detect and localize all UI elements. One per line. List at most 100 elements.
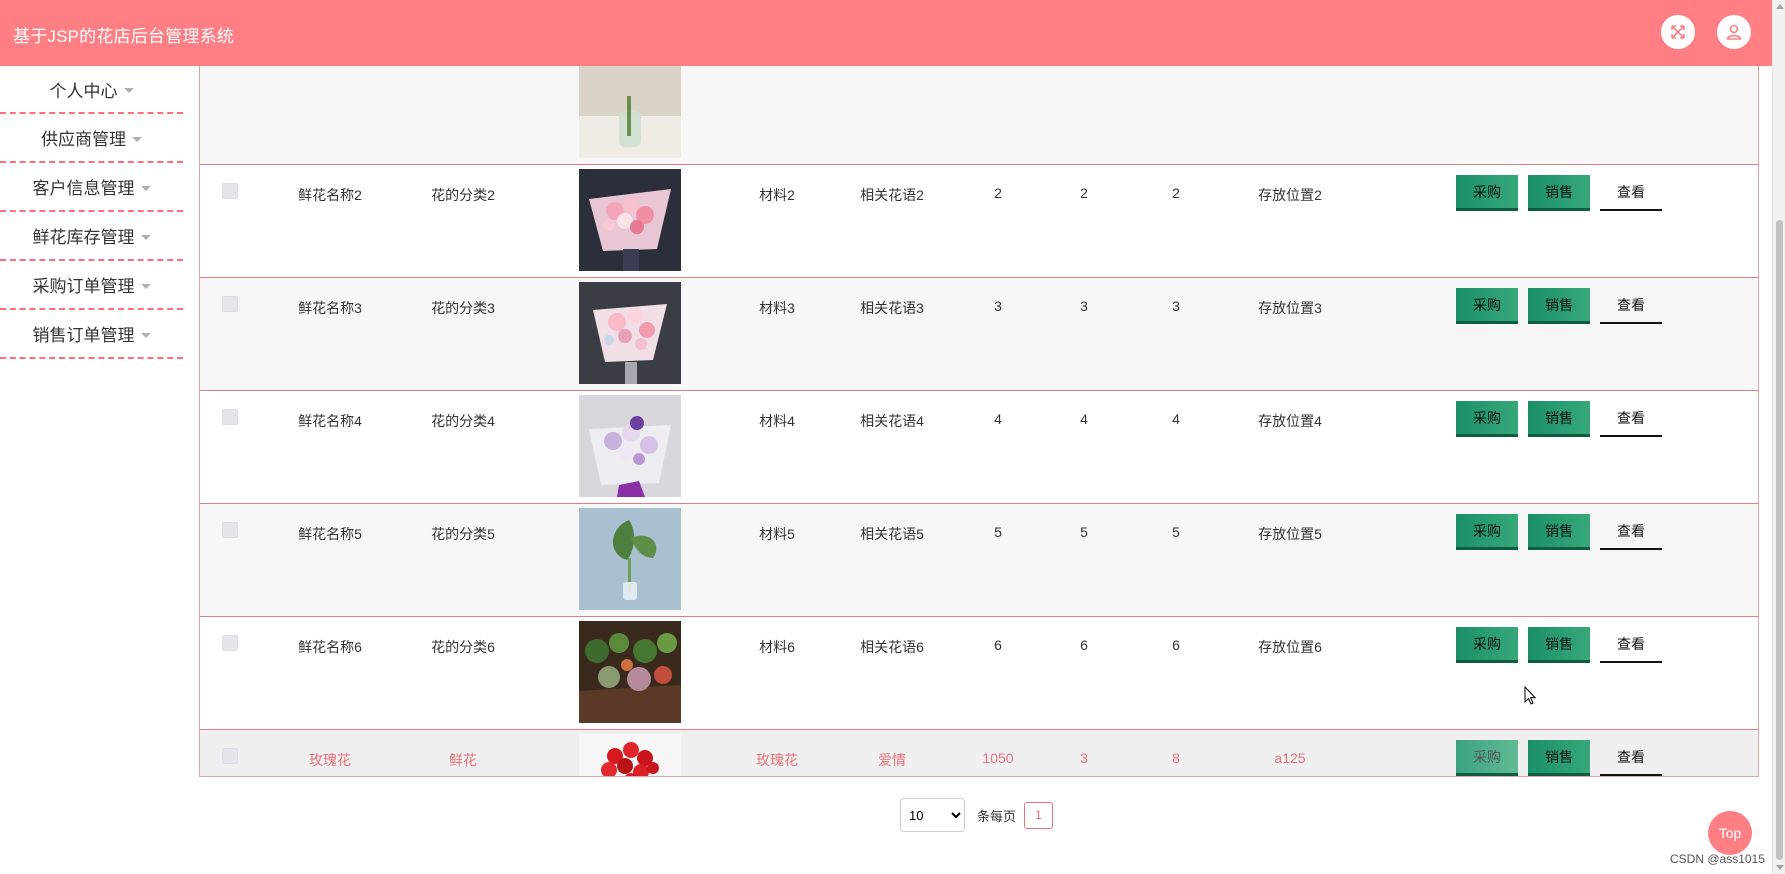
flower-name: 玫瑰花	[309, 752, 351, 768]
table-row-partial	[200, 66, 1758, 165]
flower-category: 花的分类3	[431, 300, 495, 316]
view-button[interactable]: 查看	[1600, 401, 1662, 437]
pagination: 10 条每页 1	[900, 798, 1054, 832]
flower-image	[579, 508, 681, 610]
scroll-down-icon[interactable]	[1776, 865, 1784, 870]
storage-location: 存放位置4	[1258, 413, 1322, 429]
table-row[interactable]: 鲜花名称6 花的分类6 材料6 相关花语6 6 6 6 存放位置6 采购 销售 …	[200, 617, 1758, 730]
caret-down-icon	[123, 88, 134, 93]
sidebar: 个人中心 供应商管理 客户信息管理 鲜花库存管理 采购订单管理 销售订单管理	[0, 66, 183, 359]
table-row[interactable]: 鲜花名称3 花的分类3 材料3 相关花语3 3 3 3 存放位置3 采购 销售 …	[200, 278, 1758, 391]
purchase-button[interactable]: 采购	[1456, 627, 1518, 663]
page-scrollbar[interactable]	[1772, 0, 1785, 874]
table-row[interactable]: 玫瑰花 鲜花 玫瑰花 爱情 1050 3 8 a125 采购 销售 查看	[200, 730, 1758, 776]
sale-button[interactable]: 销售	[1528, 288, 1590, 324]
sidebar-item-label: 销售订单管理	[32, 326, 135, 345]
sidebar-item-label: 客户信息管理	[32, 179, 135, 198]
purchase-button[interactable]: 采购	[1456, 514, 1518, 550]
row-checkbox[interactable]	[222, 748, 238, 764]
scrollbar-thumb[interactable]	[1776, 220, 1783, 860]
flower-name: 鲜花名称2	[298, 187, 362, 203]
user-icon	[1726, 24, 1742, 40]
value-2: 4	[1080, 411, 1088, 427]
flower-image	[579, 169, 681, 271]
view-button[interactable]: 查看	[1600, 175, 1662, 211]
flower-category: 花的分类2	[431, 187, 495, 203]
view-button[interactable]: 查看	[1600, 514, 1662, 550]
purchase-button[interactable]: 采购	[1456, 740, 1518, 776]
value-2: 5	[1080, 524, 1088, 540]
mouse-cursor-icon	[1524, 686, 1536, 705]
flower-category: 花的分类5	[431, 526, 495, 542]
flower-language: 爱情	[878, 752, 906, 768]
user-button[interactable]	[1717, 15, 1751, 49]
row-checkbox[interactable]	[222, 183, 238, 199]
value-3: 5	[1172, 524, 1180, 540]
flower-inventory-table: 鲜花名称2 花的分类2 材料2 相关花语2 2 2 2 存放位置2 采购 销售 …	[199, 66, 1759, 777]
sidebar-item-personal-center[interactable]: 个人中心	[0, 66, 183, 114]
flower-language: 相关花语3	[860, 300, 924, 316]
flower-image	[579, 734, 681, 776]
value-3: 3	[1172, 298, 1180, 314]
table-row[interactable]: 鲜花名称4 花的分类4 材料4 相关花语4 4 4 4 存放位置4 采购 销售 …	[200, 391, 1758, 504]
flower-name: 鲜花名称5	[298, 526, 362, 542]
value-3: 4	[1172, 411, 1180, 427]
storage-location: 存放位置6	[1258, 639, 1322, 655]
value-2: 6	[1080, 637, 1088, 653]
sale-button[interactable]: 销售	[1528, 740, 1590, 776]
value-1: 6	[994, 637, 1002, 653]
value-3: 8	[1172, 750, 1180, 766]
sidebar-item-flower-inventory[interactable]: 鲜花库存管理	[0, 212, 183, 261]
flower-image	[579, 395, 681, 497]
value-1: 2	[994, 185, 1002, 201]
storage-location: 存放位置3	[1258, 300, 1322, 316]
sale-button[interactable]: 销售	[1528, 627, 1590, 663]
flower-material: 材料3	[759, 300, 795, 316]
flower-material: 玫瑰花	[756, 752, 798, 768]
page-size-select[interactable]: 10	[900, 798, 965, 832]
watermark: CSDN @ass1015	[1670, 852, 1765, 866]
row-checkbox[interactable]	[222, 522, 238, 538]
page-number-button[interactable]: 1	[1024, 801, 1054, 829]
row-checkbox[interactable]	[222, 296, 238, 312]
row-checkbox[interactable]	[222, 409, 238, 425]
sale-button[interactable]: 销售	[1528, 401, 1590, 437]
caret-down-icon	[140, 185, 151, 191]
table-row[interactable]: 鲜花名称5 花的分类5 材料5 相关花语5 5 5 5 存放位置5 采购 销售 …	[200, 504, 1758, 617]
sidebar-item-supplier-management[interactable]: 供应商管理	[0, 114, 183, 163]
storage-location: 存放位置2	[1258, 187, 1322, 203]
row-checkbox[interactable]	[222, 635, 238, 651]
flower-category: 花的分类6	[431, 639, 495, 655]
flower-material: 材料2	[759, 187, 795, 203]
flower-language: 相关花语6	[860, 639, 924, 655]
sidebar-item-label: 个人中心	[49, 81, 118, 101]
sidebar-item-label: 鲜花库存管理	[32, 228, 135, 247]
sidebar-item-customer-management[interactable]: 客户信息管理	[0, 163, 183, 212]
scroll-up-icon[interactable]	[1776, 4, 1784, 9]
value-1: 5	[994, 524, 1002, 540]
value-1: 3	[994, 298, 1002, 314]
flower-category: 鲜花	[449, 752, 477, 768]
back-to-top-button[interactable]: Top	[1708, 811, 1752, 855]
view-button[interactable]: 查看	[1600, 740, 1662, 776]
sale-button[interactable]: 销售	[1528, 175, 1590, 211]
view-button[interactable]: 查看	[1600, 627, 1662, 663]
flower-material: 材料6	[759, 639, 795, 655]
sidebar-item-label: 供应商管理	[41, 130, 126, 149]
value-3: 2	[1172, 185, 1180, 201]
flower-image	[579, 66, 681, 158]
table-row[interactable]: 鲜花名称2 花的分类2 材料2 相关花语2 2 2 2 存放位置2 采购 销售 …	[200, 165, 1758, 278]
flower-name: 鲜花名称6	[298, 639, 362, 655]
view-button[interactable]: 查看	[1600, 288, 1662, 324]
value-2: 3	[1080, 298, 1088, 314]
expand-icon	[1671, 25, 1685, 39]
value-2: 2	[1080, 185, 1088, 201]
sidebar-item-purchase-orders[interactable]: 采购订单管理	[0, 261, 183, 310]
purchase-button[interactable]: 采购	[1456, 175, 1518, 211]
sale-button[interactable]: 销售	[1528, 514, 1590, 550]
caret-down-icon	[140, 283, 151, 289]
sidebar-item-sales-orders[interactable]: 销售订单管理	[0, 310, 183, 359]
purchase-button[interactable]: 采购	[1456, 401, 1518, 437]
purchase-button[interactable]: 采购	[1456, 288, 1518, 324]
fullscreen-button[interactable]	[1661, 15, 1695, 49]
